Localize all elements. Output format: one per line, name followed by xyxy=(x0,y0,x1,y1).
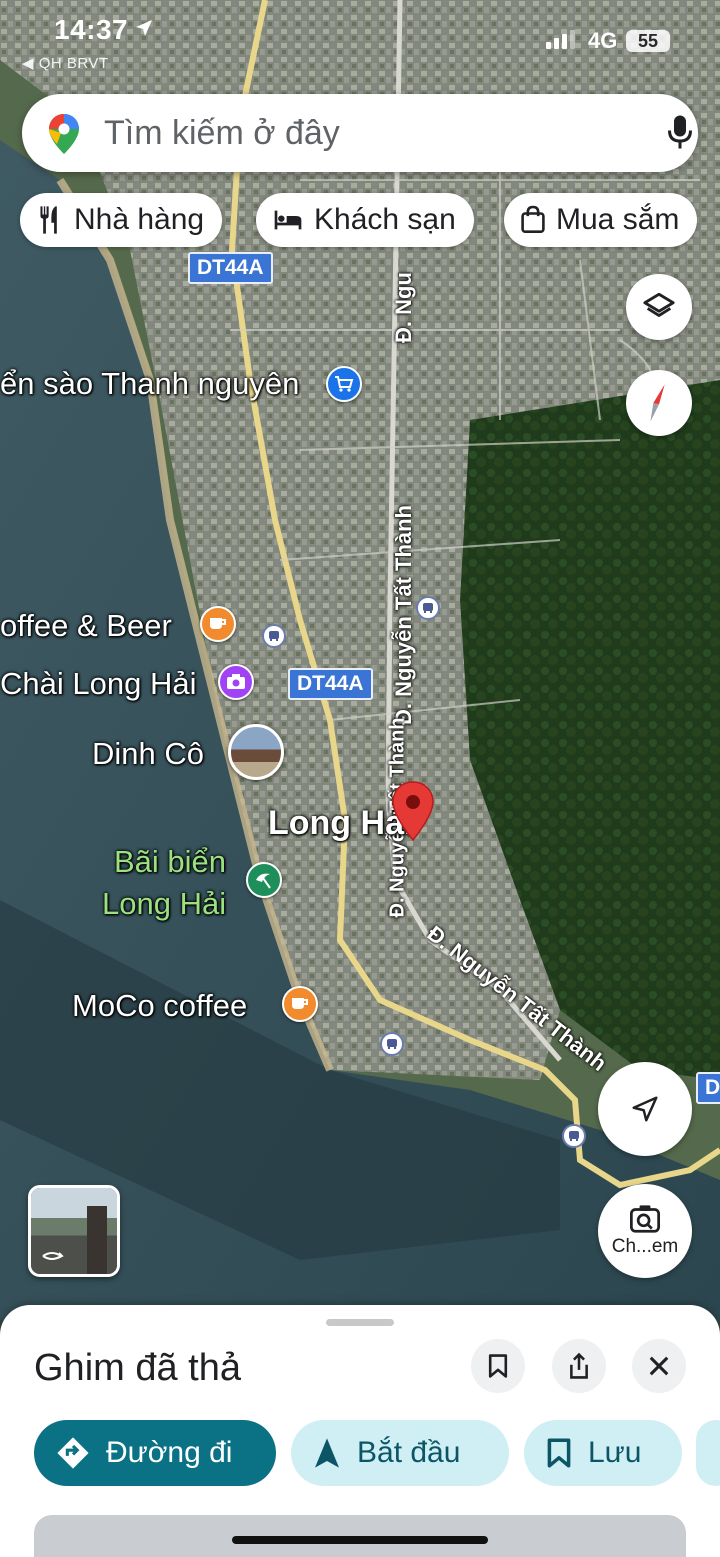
save-button[interactable]: Lưu xyxy=(524,1420,682,1486)
battery-icon: 55 xyxy=(626,30,670,52)
shopping-bag-icon xyxy=(521,205,545,233)
google-lens-button[interactable]: Ch...em xyxy=(598,1184,692,1278)
bookmark-icon xyxy=(547,1438,571,1468)
dropped-pin-icon[interactable] xyxy=(390,780,436,849)
camera-search-icon xyxy=(630,1205,660,1233)
poi-label[interactable]: Dinh Cô xyxy=(92,736,204,772)
bookmark-icon xyxy=(488,1354,508,1378)
clock: 14:37 xyxy=(54,14,129,45)
layers-icon xyxy=(643,292,675,317)
street-view-thumbnail[interactable] xyxy=(28,1185,120,1277)
close-button[interactable] xyxy=(632,1339,686,1393)
road-shield: DT44A xyxy=(288,668,373,700)
lens-label: Ch...em xyxy=(611,1236,679,1257)
bus-stop-icon[interactable] xyxy=(416,596,440,620)
chip-label: Mua sắm xyxy=(556,203,680,236)
coffee-cup-icon[interactable] xyxy=(282,986,318,1022)
search-bar[interactable]: Tìm kiếm ở đây xyxy=(22,94,698,172)
my-location-button[interactable] xyxy=(598,1062,692,1156)
camera-icon[interactable] xyxy=(218,664,254,700)
network-type: 4G xyxy=(588,28,618,53)
beach-umbrella-icon[interactable] xyxy=(246,862,282,898)
share-button[interactable] xyxy=(552,1339,606,1393)
chip-label: Khách sạn xyxy=(314,203,456,236)
bus-stop-icon[interactable] xyxy=(562,1124,586,1148)
location-services-icon xyxy=(134,18,154,43)
save-label: Lưu xyxy=(588,1436,642,1469)
chip-label: Nhà hàng xyxy=(74,203,205,236)
close-icon xyxy=(649,1356,669,1376)
directions-button[interactable]: Đường đi xyxy=(34,1420,276,1486)
road-shield: D xyxy=(696,1072,720,1104)
directions-icon xyxy=(57,1437,89,1469)
street-label: Đ. Ngu xyxy=(391,272,416,343)
save-icon-button[interactable] xyxy=(471,1339,525,1393)
road-shield: DT44A xyxy=(188,252,273,284)
compass-icon xyxy=(650,384,665,422)
cellular-signal-icon xyxy=(546,30,575,49)
start-button[interactable]: Bắt đầu xyxy=(291,1420,509,1486)
place-bottom-sheet[interactable]: Ghim đã thả Đường đi Bắt đầu Lưu xyxy=(0,1305,720,1557)
shopping-cart-icon[interactable] xyxy=(326,366,362,402)
place-title: Ghim đã thả xyxy=(34,1347,241,1389)
street-label: Đ. Nguyễn Tất Thành xyxy=(391,505,416,725)
restaurant-icon xyxy=(40,206,57,234)
poi-label[interactable]: offee & Beer xyxy=(0,608,172,644)
poi-label[interactable]: MoCo coffee xyxy=(72,988,247,1024)
chip-shopping[interactable]: Mua sắm xyxy=(504,193,698,247)
chip-restaurants[interactable]: Nhà hàng xyxy=(20,193,223,247)
drag-handle[interactable] xyxy=(326,1319,394,1326)
share-icon xyxy=(570,1352,588,1379)
status-bar: 14:37 ◀ QH BRVT 4G 55 xyxy=(0,0,720,80)
layers-button[interactable] xyxy=(626,274,692,340)
place-photo-thumbnail[interactable] xyxy=(228,724,284,780)
microphone-icon[interactable] xyxy=(662,112,698,157)
navigation-arrow-icon xyxy=(315,1438,339,1468)
rotate-360-icon xyxy=(42,1252,64,1260)
coffee-cup-icon[interactable] xyxy=(200,606,236,642)
poi-label[interactable]: ển sào Thanh nguyên xyxy=(0,366,299,402)
google-maps-logo-icon xyxy=(46,112,82,161)
home-indicator[interactable] xyxy=(232,1536,488,1544)
poi-label[interactable]: Long Hải xyxy=(102,886,226,922)
bus-stop-icon[interactable] xyxy=(380,1032,404,1056)
more-actions-button[interactable] xyxy=(696,1420,720,1486)
directions-label: Đường đi xyxy=(106,1436,233,1469)
bus-stop-icon[interactable] xyxy=(262,624,286,648)
hotel-icon xyxy=(274,210,302,230)
chip-hotels[interactable]: Khách sạn xyxy=(256,193,474,247)
start-label: Bắt đầu xyxy=(357,1436,461,1469)
poi-label[interactable]: Chài Long Hải xyxy=(0,666,196,702)
poi-label[interactable]: Bãi biển xyxy=(114,844,226,880)
back-to-app-link[interactable]: ◀ QH BRVT xyxy=(22,54,109,72)
compass-button[interactable] xyxy=(626,370,692,436)
navigation-arrow-icon xyxy=(632,1096,658,1122)
search-input[interactable]: Tìm kiếm ở đây xyxy=(104,114,340,153)
map-view[interactable]: 14:37 ◀ QH BRVT 4G 55 Tìm kiếm ở đây Nhà… xyxy=(0,0,720,1320)
